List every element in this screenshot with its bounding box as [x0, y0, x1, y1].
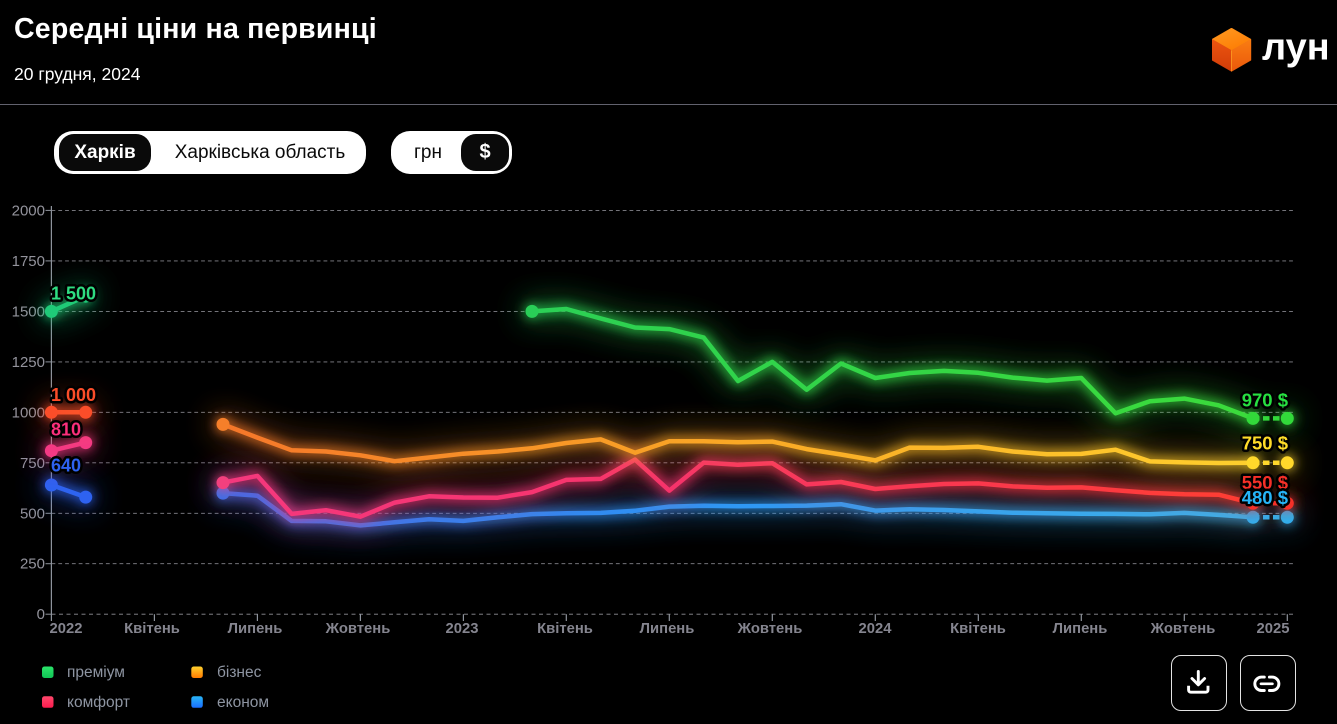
svg-text:преміум: преміум — [67, 664, 125, 681]
svg-text:Жовтень: Жовтень — [737, 621, 803, 637]
svg-text:економ: економ — [217, 694, 269, 711]
svg-text:1250: 1250 — [12, 354, 45, 371]
svg-text:750 $: 750 $ — [1242, 433, 1289, 454]
svg-text:480 $: 480 $ — [1242, 487, 1289, 508]
svg-text:2022: 2022 — [50, 621, 83, 637]
svg-text:500: 500 — [20, 505, 45, 522]
svg-text:1750: 1750 — [12, 253, 45, 270]
svg-text:2024: 2024 — [859, 621, 893, 637]
svg-text:1000: 1000 — [12, 404, 45, 421]
svg-text:640: 640 — [51, 456, 81, 476]
svg-text:бізнес: бізнес — [217, 664, 262, 681]
svg-text:2025: 2025 — [1257, 621, 1290, 637]
svg-text:810: 810 — [51, 419, 81, 439]
svg-text:250: 250 — [20, 556, 45, 573]
svg-text:2023: 2023 — [446, 621, 479, 637]
svg-text:970 $: 970 $ — [1242, 390, 1289, 411]
svg-text:2000: 2000 — [12, 202, 45, 219]
svg-text:750: 750 — [20, 455, 45, 472]
svg-text:0: 0 — [37, 606, 45, 623]
svg-text:Квітень: Квітень — [124, 621, 180, 637]
svg-text:1500: 1500 — [12, 303, 45, 320]
svg-text:Жовтень: Жовтень — [1150, 621, 1216, 637]
svg-text:Липень: Липень — [640, 621, 695, 637]
svg-text:1 500: 1 500 — [51, 284, 96, 304]
svg-text:комфорт: комфорт — [67, 694, 130, 711]
svg-text:1 000: 1 000 — [51, 385, 96, 405]
svg-text:Квітень: Квітень — [537, 621, 593, 637]
svg-text:Липень: Липень — [228, 621, 283, 637]
svg-text:Жовтень: Жовтень — [325, 621, 391, 637]
svg-text:Квітень: Квітень — [950, 621, 1006, 637]
svg-text:Липень: Липень — [1053, 621, 1108, 637]
